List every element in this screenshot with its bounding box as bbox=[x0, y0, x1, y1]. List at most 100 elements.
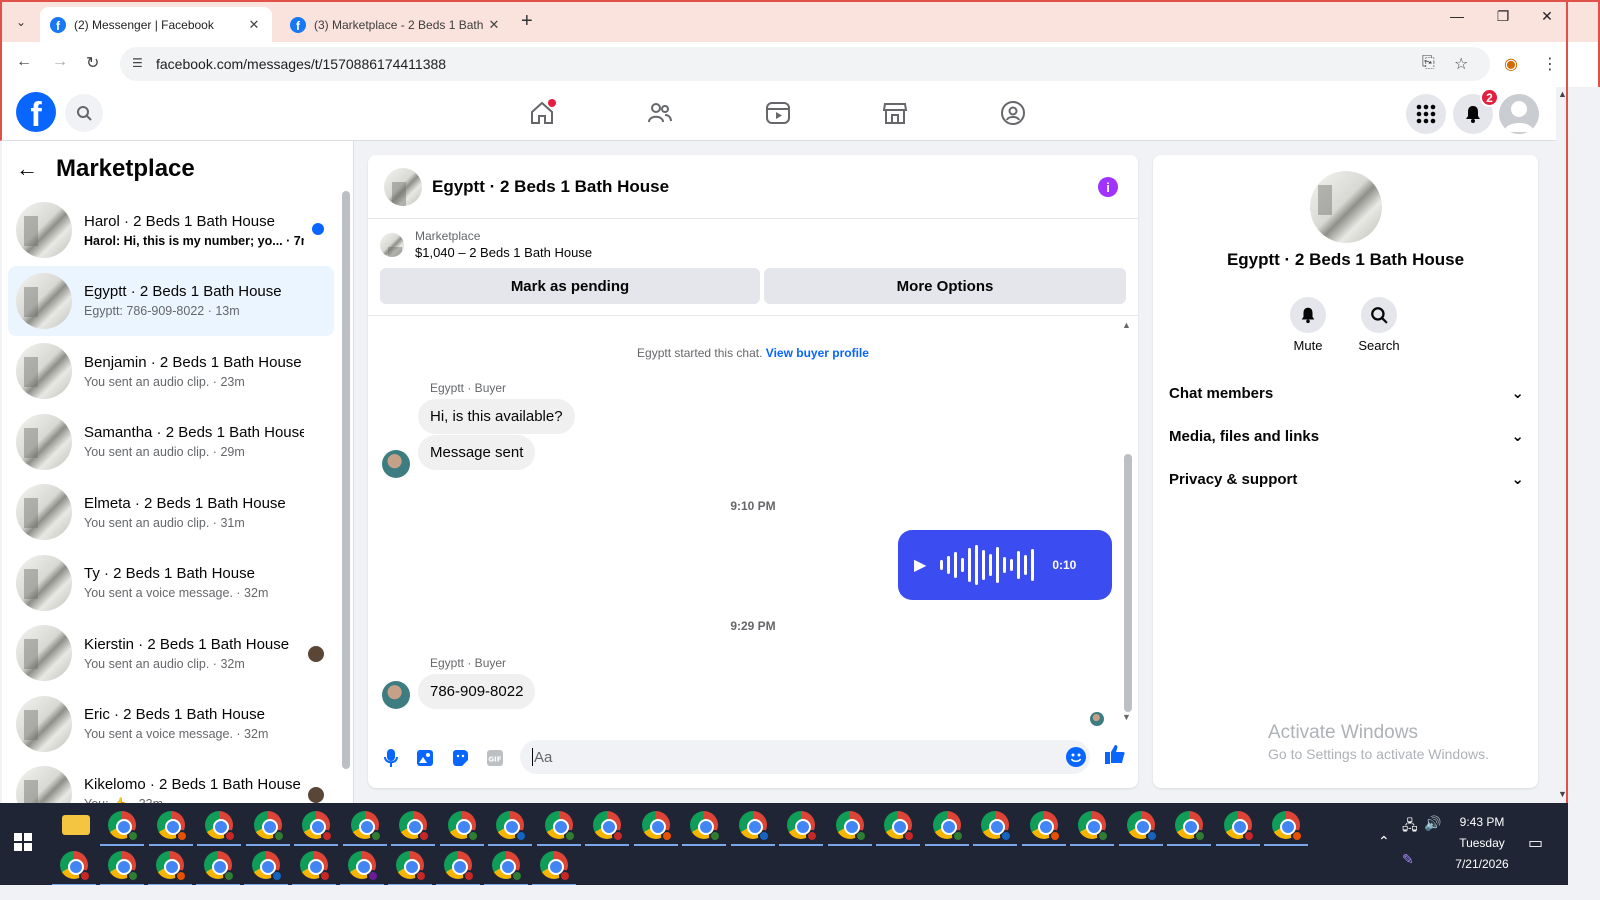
scroll-up-icon[interactable]: ▲ bbox=[1122, 320, 1131, 330]
chrome-profile-taskbar-icon[interactable] bbox=[399, 811, 430, 842]
audio-message[interactable]: ▶ 0:10 bbox=[898, 530, 1112, 600]
scroll-down-icon[interactable]: ▼ bbox=[1122, 712, 1131, 722]
mark-as-pending-button[interactable]: Mark as pending bbox=[380, 268, 760, 304]
bookmark-star-icon[interactable]: ☆ bbox=[1454, 54, 1468, 74]
chrome-profile-taskbar-icon[interactable] bbox=[350, 811, 382, 842]
nav-friends[interactable] bbox=[644, 97, 676, 129]
conversation-item[interactable]: Eric · 2 Beds 1 Bath House You sent a voi… bbox=[8, 689, 334, 760]
conversation-item[interactable]: Kikelomo · 2 Beds 1 Bath HouseYou: 👍 · 3… bbox=[8, 759, 334, 804]
emoji-icon[interactable] bbox=[1066, 747, 1086, 767]
back-arrow-icon[interactable]: ← bbox=[16, 156, 38, 182]
profile-icon[interactable]: ◉ bbox=[1504, 54, 1518, 74]
chrome-profile-taskbar-icon[interactable] bbox=[108, 851, 139, 882]
more-options-button[interactable]: More Options bbox=[764, 268, 1126, 304]
clock-date[interactable]: 7/21/2026 bbox=[1448, 857, 1516, 871]
conversation-item[interactable]: Benjamin · 2 Beds 1 Bath House You sent a… bbox=[8, 336, 334, 407]
tab-messenger[interactable]: f (2) Messenger | Facebook ✕ bbox=[40, 7, 272, 42]
chrome-profile-taskbar-icon[interactable] bbox=[300, 851, 331, 882]
conversation-item[interactable]: Ty · 2 Beds 1 Bath House You sent a voice… bbox=[8, 548, 334, 619]
account-avatar[interactable] bbox=[1499, 94, 1539, 134]
pen-icon[interactable]: ✎ bbox=[1402, 851, 1414, 868]
listing-strip[interactable]: Marketplace $1,040 – 2 Beds 1 Bath House bbox=[380, 229, 592, 260]
chrome-profile-taskbar-icon[interactable] bbox=[738, 811, 770, 842]
chrome-profile-taskbar-icon[interactable] bbox=[835, 811, 867, 842]
conversation-item[interactable]: Harol · 2 Beds 1 Bath House Harol: Hi, th… bbox=[8, 195, 334, 266]
chrome-profile-taskbar-icon[interactable] bbox=[544, 811, 576, 842]
thumbs-up-icon[interactable] bbox=[1104, 743, 1126, 771]
chat-title[interactable]: Egyptt · 2 Beds 1 Bath House bbox=[432, 177, 669, 197]
facebook-logo[interactable]: f bbox=[16, 92, 56, 132]
nav-marketplace[interactable] bbox=[879, 97, 911, 129]
clock-day[interactable]: Tuesday bbox=[1452, 836, 1512, 850]
chrome-profile-taskbar-icon[interactable] bbox=[496, 811, 527, 842]
chrome-profile-taskbar-icon[interactable] bbox=[492, 851, 523, 882]
nav-home[interactable] bbox=[526, 97, 558, 129]
chrome-profile-taskbar-icon[interactable] bbox=[108, 811, 139, 842]
incoming-message[interactable]: Message sent bbox=[418, 435, 536, 470]
conversation-item[interactable]: Samantha · 2 Beds 1 Bath House You sent a… bbox=[8, 407, 334, 478]
info-icon[interactable]: i bbox=[1098, 177, 1118, 197]
close-window-button[interactable]: ✕ bbox=[1532, 8, 1562, 25]
chrome-profile-taskbar-icon[interactable] bbox=[593, 811, 624, 842]
chrome-profile-taskbar-icon[interactable] bbox=[1175, 811, 1206, 842]
scroll-thumb[interactable] bbox=[1124, 454, 1132, 712]
notification-center-icon[interactable]: ▭ bbox=[1528, 833, 1543, 853]
new-tab-button[interactable]: + bbox=[521, 10, 533, 33]
chrome-profile-taskbar-icon[interactable] bbox=[205, 811, 236, 842]
conversation-item[interactable]: Elmeta · 2 Beds 1 Bath House You sent an … bbox=[8, 477, 334, 548]
chrome-profile-taskbar-icon[interactable] bbox=[787, 811, 818, 842]
chrome-profile-taskbar-icon[interactable] bbox=[447, 811, 479, 842]
install-app-icon[interactable]: ⎘ bbox=[1422, 54, 1435, 72]
chrome-profile-taskbar-icon[interactable] bbox=[348, 851, 379, 882]
chrome-profile-taskbar-icon[interactable] bbox=[1126, 811, 1158, 842]
volume-icon[interactable]: 🔊 bbox=[1424, 815, 1441, 832]
reload-icon[interactable]: ↻ bbox=[86, 53, 99, 73]
chrome-profile-taskbar-icon[interactable] bbox=[252, 851, 283, 882]
chrome-profile-taskbar-icon[interactable] bbox=[1272, 811, 1303, 842]
conversation-item[interactable]: Egyptt · 2 Beds 1 Bath House Egyptt: 786-… bbox=[8, 265, 334, 336]
privacy-support-section[interactable]: Privacy & support ⌄ bbox=[1169, 470, 1524, 489]
chrome-profile-taskbar-icon[interactable] bbox=[1078, 811, 1109, 842]
incoming-message[interactable]: 786-909-8022 bbox=[418, 674, 536, 709]
chrome-profile-taskbar-icon[interactable] bbox=[932, 811, 964, 842]
minimize-button[interactable]: — bbox=[1442, 8, 1472, 24]
chrome-profile-taskbar-icon[interactable] bbox=[540, 851, 571, 882]
chrome-profile-taskbar-icon[interactable] bbox=[1223, 811, 1255, 842]
browser-menu-icon[interactable]: ⋮ bbox=[1542, 54, 1558, 74]
view-buyer-profile-link[interactable]: View buyer profile bbox=[766, 346, 869, 360]
maximize-button[interactable]: ❐ bbox=[1488, 8, 1518, 25]
thread-scrollbar[interactable]: ▲ ▼ bbox=[1122, 320, 1132, 722]
nav-video[interactable] bbox=[762, 97, 794, 129]
show-hidden-icons-icon[interactable]: ⌃ bbox=[1378, 833, 1390, 850]
conversation-scrollbar[interactable] bbox=[342, 191, 350, 769]
chrome-profile-taskbar-icon[interactable] bbox=[641, 811, 673, 842]
chat-listing-thumbnail[interactable] bbox=[384, 167, 422, 206]
tab-search-button[interactable]: ⌄ bbox=[10, 11, 32, 33]
clock-time[interactable]: 9:43 PM bbox=[1452, 815, 1512, 829]
chrome-profile-taskbar-icon[interactable] bbox=[253, 811, 285, 842]
search-button[interactable] bbox=[65, 94, 103, 132]
conversation-item[interactable]: Kierstin · 2 Beds 1 Bath House You sent a… bbox=[8, 618, 334, 689]
incoming-message[interactable]: Hi, is this available? bbox=[418, 399, 575, 434]
chat-members-section[interactable]: Chat members ⌄ bbox=[1169, 384, 1524, 403]
chrome-profile-taskbar-icon[interactable] bbox=[204, 851, 235, 882]
photo-icon[interactable] bbox=[414, 747, 436, 769]
tab-close-icon[interactable]: ✕ bbox=[246, 17, 262, 33]
conversation-photo[interactable] bbox=[1310, 171, 1382, 243]
tab-close-icon[interactable]: ✕ bbox=[486, 17, 502, 33]
forward-icon[interactable]: → bbox=[52, 53, 68, 71]
buyer-avatar[interactable] bbox=[382, 681, 410, 709]
sticker-icon[interactable] bbox=[449, 747, 471, 769]
chrome-profile-taskbar-icon[interactable] bbox=[156, 851, 187, 882]
chrome-profile-taskbar-icon[interactable] bbox=[302, 811, 333, 842]
buyer-avatar[interactable] bbox=[382, 450, 410, 478]
chrome-profile-taskbar-icon[interactable] bbox=[60, 851, 91, 882]
tab-marketplace[interactable]: f (3) Marketplace - 2 Beds 1 Bath ✕ bbox=[280, 7, 512, 42]
back-icon[interactable]: ← bbox=[16, 53, 32, 71]
mute-button[interactable]: Mute bbox=[1278, 297, 1338, 353]
windows-start-icon[interactable] bbox=[14, 833, 32, 851]
chrome-profile-taskbar-icon[interactable] bbox=[444, 851, 475, 882]
chrome-profile-taskbar-icon[interactable] bbox=[981, 811, 1012, 842]
address-bar[interactable]: ☰ facebook.com/messages/t/15708861744113… bbox=[120, 47, 1490, 81]
site-info-icon[interactable]: ☰ bbox=[132, 56, 143, 70]
